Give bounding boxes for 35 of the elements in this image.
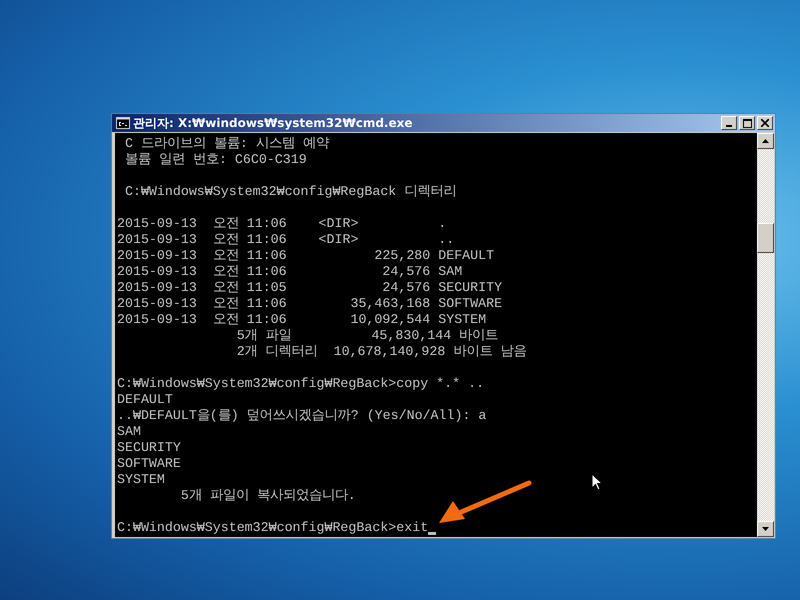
console-line: 2015-09-13 오전 11:06 225,280 DEFAULT <box>117 248 494 264</box>
scrollbar-thumb[interactable] <box>757 223 774 253</box>
console-line: 2015-09-13 오전 11:06 <DIR> .. <box>117 232 454 248</box>
console-line: 2015-09-13 오전 11:06 <DIR> . <box>117 216 446 232</box>
console-line: C:₩Windows₩System32₩config₩RegBack>copy *.* .. <box>117 376 484 392</box>
console-line: C:₩Windows₩System32₩config₩RegBack 디렉터리 <box>124 184 456 200</box>
down-arrow-icon <box>762 527 769 531</box>
console-line: 2015-09-13 오전 11:06 35,463,168 SOFTWARE <box>117 296 502 312</box>
up-arrow-icon <box>762 139 769 143</box>
console-line: 2015-09-13 오전 11:06 10,092,544 SYSTEM <box>117 312 486 328</box>
console-line: SOFTWARE <box>117 456 181 472</box>
scroll-up-button[interactable] <box>757 133 774 149</box>
console-line: SAM <box>117 424 141 440</box>
window-title: 관리자: X:₩windows₩system32₩cmd.exe <box>133 114 414 132</box>
console-line: C 드라이브의 볼륨: 시스템 예약 <box>124 136 329 152</box>
console-line: SYSTEM <box>117 472 165 488</box>
minimize-button[interactable] <box>721 116 737 130</box>
console-line: 5개 파일이 복사되었습니다. <box>180 488 356 504</box>
console-line: SECURITY <box>117 440 181 456</box>
console-line: 2개 디렉터리 10,678,140,928 바이트 남음 <box>236 344 526 360</box>
console-line: ..₩DEFAULT을(를) 덮어쓰시겠습니까? (Yes/No/All): a <box>117 408 486 424</box>
console-line: 5개 파일 45,830,144 바이트 <box>236 328 498 344</box>
scroll-down-button[interactable] <box>757 521 774 537</box>
maximize-button[interactable] <box>739 116 755 130</box>
console-line: 볼륨 일련 번호: C6C0-C319 <box>124 152 307 168</box>
console-line: 2015-09-13 오전 11:05 24,576 SECURITY <box>117 280 502 296</box>
close-icon <box>761 119 769 127</box>
console-line: 2015-09-13 오전 11:06 24,576 SAM <box>117 264 462 280</box>
close-button[interactable] <box>757 116 773 130</box>
console-icon <box>116 117 130 129</box>
maximize-icon <box>742 118 752 128</box>
console-line: C:₩Windows₩System32₩config₩RegBack>exit <box>117 520 428 536</box>
mouse-pointer-icon <box>591 473 603 491</box>
console-line: DEFAULT <box>117 392 173 408</box>
scrollbar[interactable] <box>757 133 774 537</box>
